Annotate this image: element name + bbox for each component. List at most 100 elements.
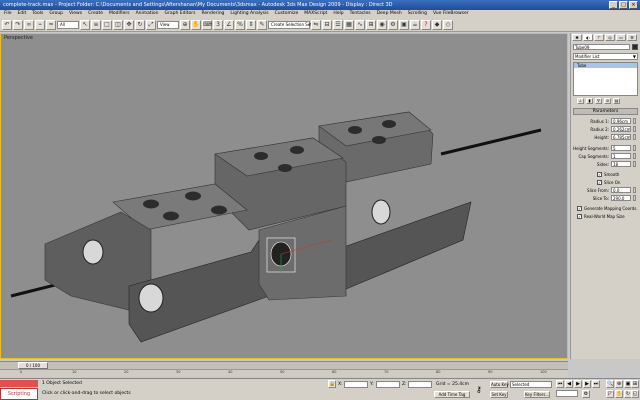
configure-sets-icon[interactable]: ▤ — [613, 98, 620, 104]
named-selection-dropdown[interactable]: Create Selection Set — [268, 20, 312, 29]
menu-customize[interactable]: Customize — [275, 10, 299, 18]
zoom-extents-all-icon[interactable]: ⊞ — [631, 380, 639, 388]
pivot-center-icon[interactable]: ⊕ — [180, 19, 190, 30]
rendered-frame-icon[interactable]: ▣ — [399, 19, 409, 30]
spinner[interactable] — [633, 134, 636, 140]
radius-2-field[interactable]: 0.262cm — [611, 126, 631, 132]
radius-1-field[interactable]: 0.96cm — [611, 118, 631, 124]
menu-deep-mesh[interactable]: Deep Mesh — [377, 10, 402, 18]
auto-key-button[interactable]: Auto Key — [490, 381, 509, 388]
height-field[interactable]: 6.785cm — [611, 134, 631, 140]
sides-field[interactable]: 18 — [611, 161, 631, 167]
create-tab-icon[interactable]: ✱ — [572, 34, 582, 41]
zoom-icon[interactable]: 🔍 — [606, 380, 614, 388]
menu-help[interactable]: Help — [333, 10, 343, 18]
prev-frame-icon[interactable]: ◀ — [565, 380, 573, 388]
menu-tools[interactable]: Tools — [32, 10, 43, 18]
go-to-end-icon[interactable]: ⏭ — [592, 380, 600, 388]
menu-lighting-analysis[interactable]: Lighting Analysis — [230, 10, 268, 18]
menu-edit[interactable]: Edit — [18, 10, 27, 18]
time-slider-track[interactable]: 0 / 100 — [0, 361, 568, 369]
render-setup-icon[interactable]: ⚙ — [388, 19, 398, 30]
spinner[interactable] — [633, 145, 636, 151]
menu-graph-editors[interactable]: Graph Editors — [165, 10, 196, 18]
render-production-icon[interactable]: ☕ — [410, 19, 420, 30]
minimize-button[interactable]: _ — [609, 1, 618, 9]
y-coord-field[interactable] — [376, 381, 400, 388]
gen-mapping-checkbox[interactable]: ✓ — [577, 205, 582, 211]
link-icon[interactable]: ∞ — [24, 19, 34, 30]
menu-modifiers[interactable]: Modifiers — [109, 10, 130, 18]
graphite-toggle-icon[interactable]: ▦ — [344, 19, 354, 30]
align-icon[interactable]: ⊟ — [322, 19, 332, 30]
menu-tentacles[interactable]: Tentacles — [350, 10, 371, 18]
go-to-start-icon[interactable]: ⏮ — [556, 380, 564, 388]
menu-create[interactable]: Create — [88, 10, 103, 18]
menu-vue-filebrowser[interactable]: Vue FileBrowser — [433, 10, 469, 18]
maxscript-mini-listener[interactable]: Scripting — [0, 388, 38, 400]
spinner[interactable] — [633, 187, 636, 193]
menu-animation[interactable]: Animation — [136, 10, 159, 18]
play-icon[interactable]: ▶ — [574, 380, 582, 388]
schematic-view-icon[interactable]: ⊞ — [366, 19, 376, 30]
select-by-name-icon[interactable]: ≡ — [91, 19, 101, 30]
window-crossing-icon[interactable]: ◫ — [113, 19, 123, 30]
select-move-icon[interactable]: ✥ — [124, 19, 134, 30]
material-editor-icon[interactable]: ◉ — [377, 19, 387, 30]
angle-snap-icon[interactable]: ∠ — [224, 19, 234, 30]
rect-selection-icon[interactable]: □ — [102, 19, 112, 30]
help-icon[interactable]: ? — [421, 19, 431, 30]
show-end-result-icon[interactable]: ▮ — [586, 98, 593, 104]
selection-filter-dropdown[interactable]: All — [57, 20, 79, 29]
motion-tab-icon[interactable]: ◎ — [605, 34, 615, 41]
plugin-b-icon[interactable]: ◇ — [443, 19, 453, 30]
remove-modifier-icon[interactable]: ⊘ — [604, 98, 611, 104]
spinner[interactable] — [633, 126, 636, 132]
keyboard-shortcut-icon[interactable]: ⌨ — [202, 19, 212, 30]
menu-views[interactable]: Views — [69, 10, 82, 18]
select-scale-icon[interactable]: ⤢ — [146, 19, 156, 30]
menu-scrolling[interactable]: Scrolling — [408, 10, 427, 18]
slice-to-field[interactable]: 290.0 — [611, 195, 631, 201]
menu-maxscript[interactable]: MAXScript — [304, 10, 327, 18]
stack-item-tube[interactable]: Tube — [574, 63, 637, 68]
slice-on-checkbox[interactable]: ✓ — [597, 179, 602, 185]
hierarchy-tab-icon[interactable]: ⊤ — [594, 34, 604, 41]
z-coord-field[interactable] — [408, 381, 432, 388]
modify-tab-icon[interactable]: ◐ — [583, 34, 593, 41]
select-manipulate-icon[interactable]: ✋ — [191, 19, 201, 30]
maxscript-listener-top[interactable] — [0, 380, 38, 387]
modifier-stack[interactable]: Tube — [573, 62, 638, 96]
key-filters-button[interactable]: Key Filters... — [524, 391, 550, 398]
parameters-rollout-header[interactable]: Parameters — [573, 108, 638, 115]
close-button[interactable]: × — [629, 1, 638, 9]
x-coord-field[interactable] — [344, 381, 368, 388]
add-time-tag-button[interactable]: Add Time Tag — [434, 391, 470, 398]
next-frame-icon[interactable]: ▶ — [583, 380, 591, 388]
menu-rendering[interactable]: Rendering — [201, 10, 224, 18]
mirror-icon[interactable]: ⇋ — [311, 19, 321, 30]
object-name-field[interactable]: Tube09 — [573, 44, 631, 50]
selected-dropdown[interactable]: Selected — [510, 381, 552, 388]
spinner[interactable] — [633, 195, 636, 201]
height-segments-field[interactable]: 5 — [611, 145, 631, 151]
layer-manager-icon[interactable]: ☰ — [333, 19, 343, 30]
bind-spacewarp-icon[interactable]: ≈ — [46, 19, 56, 30]
current-frame-field[interactable] — [556, 390, 578, 397]
time-config-icon[interactable]: ⚙ — [582, 390, 590, 398]
select-rotate-icon[interactable]: ↻ — [135, 19, 145, 30]
spinner[interactable] — [633, 153, 636, 159]
modifier-list-dropdown[interactable]: Modifier List ▼ — [573, 53, 638, 60]
field-of-view-icon[interactable]: ◸ — [606, 390, 614, 398]
menu-file[interactable]: File — [4, 10, 12, 18]
unlink-icon[interactable]: ⌁ — [35, 19, 45, 30]
display-tab-icon[interactable]: ▭ — [616, 34, 626, 41]
curve-editor-icon[interactable]: ∿ — [355, 19, 365, 30]
perspective-viewport[interactable]: Perspective — [0, 33, 568, 359]
menu-group[interactable]: Group — [49, 10, 63, 18]
reference-coord-dropdown[interactable]: View — [157, 20, 179, 29]
pan-icon[interactable]: ✋ — [615, 390, 623, 398]
utilities-tab-icon[interactable]: ⚒ — [627, 34, 637, 41]
real-world-checkbox[interactable]: ✓ — [577, 213, 582, 219]
lock-selection-icon[interactable]: 🔒 — [328, 380, 336, 388]
